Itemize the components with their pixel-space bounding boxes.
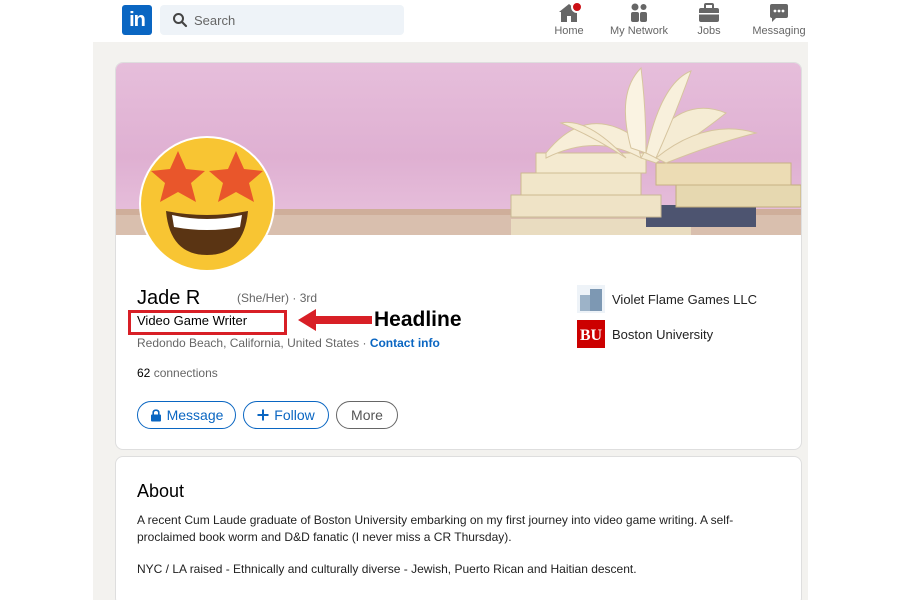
message-button[interactable]: Message xyxy=(137,401,236,429)
about-title: About xyxy=(137,481,185,501)
annotation-headline-label: Headline xyxy=(374,308,462,331)
about-paragraph-2: NYC / LA raised - Ethnically and cultura… xyxy=(137,562,637,576)
connections-number: 62 xyxy=(137,366,151,380)
linkedin-logo[interactable]: in xyxy=(122,5,152,35)
search-input[interactable] xyxy=(194,5,394,35)
notification-badge xyxy=(571,1,583,13)
briefcase-icon xyxy=(699,3,719,22)
connections-count[interactable]: 62 connections xyxy=(137,366,218,380)
search-bar[interactable] xyxy=(160,5,404,35)
nav-messaging[interactable]: Messaging xyxy=(751,2,807,40)
about-card: About A recent Cum Laude graduate of Bos… xyxy=(115,456,802,600)
follow-button-label: Follow xyxy=(274,407,315,423)
network-icon xyxy=(631,3,647,22)
profile-location: Redondo Beach, California, United States xyxy=(137,336,360,350)
connection-degree: · 3rd xyxy=(292,291,318,305)
company-logo-icon xyxy=(577,285,605,313)
annotation-arrow-icon xyxy=(298,309,372,331)
plus-icon xyxy=(257,409,269,421)
nav-home-label: Home xyxy=(554,25,584,37)
about-paragraph-1: A recent Cum Laude graduate of Boston Un… xyxy=(137,513,734,544)
nav-my-network[interactable]: My Network xyxy=(607,2,671,40)
follow-button[interactable]: Follow xyxy=(243,401,329,429)
nav-jobs[interactable]: Jobs xyxy=(692,2,726,40)
profile-location-line: Redondo Beach, California, United States… xyxy=(137,336,440,350)
org-name: Boston University xyxy=(612,326,714,342)
contact-info-link[interactable]: Contact info xyxy=(370,336,440,350)
lock-icon xyxy=(150,408,161,421)
nav-messaging-label: Messaging xyxy=(752,25,806,37)
org-boston-university[interactable]: BU Boston University xyxy=(577,319,713,349)
org-violet-flame-games[interactable]: Violet Flame Games LLC xyxy=(577,284,757,314)
messaging-icon xyxy=(770,4,788,22)
pronouns: (She/Her) xyxy=(237,291,290,305)
more-button-label: More xyxy=(351,407,383,423)
top-navbar: in Home My Network Jobs xyxy=(0,0,900,42)
message-button-label: Message xyxy=(166,407,224,423)
profile-card: Jade R (She/Her) · 3rd Video Game Writer… xyxy=(115,62,802,450)
nav-my-network-label: My Network xyxy=(609,25,669,37)
avatar-star-struck-emoji xyxy=(139,136,275,272)
more-button[interactable]: More xyxy=(336,401,398,429)
nav-jobs-label: Jobs xyxy=(697,25,721,37)
profile-name: Jade R xyxy=(137,287,201,309)
search-icon xyxy=(173,13,188,28)
profile-headline: Video Game Writer xyxy=(137,313,248,328)
location-separator: · xyxy=(359,336,370,350)
profile-pronouns-degree: (She/Her) · 3rd xyxy=(237,291,317,305)
bu-logo-icon: BU xyxy=(577,320,605,348)
bu-logo-text: BU xyxy=(580,327,603,344)
org-name: Violet Flame Games LLC xyxy=(612,291,757,307)
nav-home[interactable]: Home xyxy=(550,1,588,40)
connections-label: connections xyxy=(153,366,218,380)
